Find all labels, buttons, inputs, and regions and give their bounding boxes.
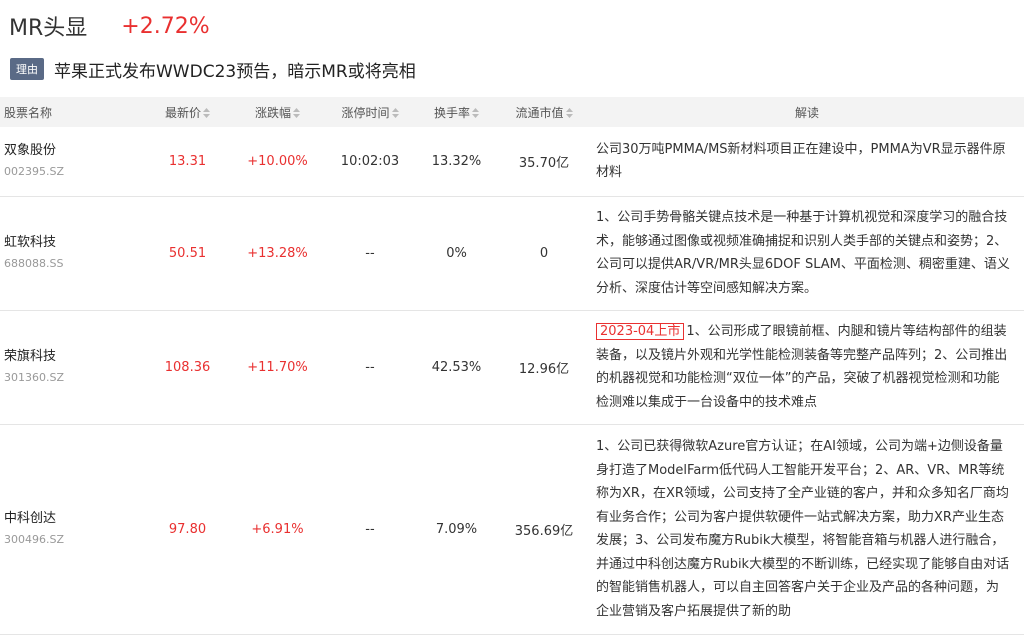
table-row[interactable]: 虹软科技 688088.SS 50.51 +13.28% -- 0% 0 1、公… <box>0 196 1024 311</box>
sector-change: +2.72% <box>121 13 210 39</box>
limit-time: 10:02:03 <box>325 127 415 197</box>
description: 公司30万吨PMMA/MS新材料项目正在建设中，PMMA为VR显示器件原材料 <box>590 127 1024 197</box>
col-header-limit-time-label: 涨停时间 <box>341 105 390 120</box>
latest-price: 50.51 <box>145 196 230 311</box>
stock-code: 300496.SZ <box>4 533 65 546</box>
description: 2023-04上市 1、公司形成了眼镜前框、内腿和镜片等结构部件的组装装备，以及镜… <box>590 310 1024 425</box>
turnover-rate: 42.53% <box>415 310 498 425</box>
sort-icon[interactable] <box>472 108 479 118</box>
page-title: MR头显 <box>9 16 88 41</box>
stock-code: 002395.SZ <box>4 165 65 179</box>
sort-icon[interactable] <box>391 108 399 118</box>
stock-name[interactable]: 中科创达 <box>4 510 145 528</box>
col-header-turnover-label: 换手率 <box>433 105 470 120</box>
change-pct: +10.00% <box>230 127 325 197</box>
description-text: 1、公司手势骨骼关键点技术是一种基于计算机视觉和深度学习的融合技术，能够通过图像… <box>596 210 1010 296</box>
limit-time: -- <box>325 310 415 425</box>
change-pct: +11.70% <box>230 310 325 425</box>
col-header-name: 股票名称 <box>0 97 145 127</box>
col-header-pct[interactable]: 涨跌幅 <box>230 97 325 127</box>
col-header-mcap[interactable]: 流通市值 <box>498 97 590 127</box>
reason-text: 苹果正式发布WWDC23预告，暗示MR或将亮相 <box>54 61 416 82</box>
table-row[interactable]: 双象股份 002395.SZ 13.31 +10.00% 10:02:03 13… <box>0 127 1024 197</box>
stock-name[interactable]: 双象股份 <box>4 142 145 160</box>
col-header-price-label: 最新价 <box>164 105 201 120</box>
stock-cell[interactable]: 虹软科技 688088.SS <box>0 196 145 311</box>
col-header-price[interactable]: 最新价 <box>145 97 230 127</box>
description: 1、公司已获得微软Azure官方认证；在AI领域，公司为端+边侧设备量身打造了M… <box>590 424 1024 635</box>
sort-icon[interactable] <box>203 108 210 118</box>
sort-icon[interactable] <box>293 108 300 118</box>
table-row[interactable]: 荣旗科技 301360.SZ 108.36 +11.70% -- 42.53% … <box>0 310 1024 425</box>
reason-badge: 理由 <box>10 58 44 80</box>
col-header-pct-label: 涨跌幅 <box>254 105 291 120</box>
table-header-row: 股票名称 最新价 涨跌幅 涨停时间 换手率 流通市值 解读 <box>0 97 1024 127</box>
stock-name[interactable]: 荣旗科技 <box>4 348 145 366</box>
turnover-rate: 7.09% <box>415 424 498 635</box>
col-header-desc: 解读 <box>590 97 1024 127</box>
stock-code: 688088.SS <box>4 257 64 270</box>
reason-line: 理由 苹果正式发布WWDC23预告，暗示MR或将亮相 <box>0 52 1024 86</box>
latest-price: 13.31 <box>145 127 230 197</box>
market-cap: 12.96亿 <box>498 310 590 425</box>
latest-price: 97.80 <box>145 424 230 635</box>
stock-code: 301360.SZ <box>4 371 65 384</box>
listing-tag: 2023-04上市 <box>596 323 685 340</box>
turnover-rate: 13.32% <box>415 127 498 197</box>
description: 1、公司手势骨骼关键点技术是一种基于计算机视觉和深度学习的融合技术，能够通过图像… <box>590 196 1024 311</box>
page-header: MR头显 +2.72% <box>0 0 1024 52</box>
stock-cell[interactable]: 双象股份 002395.SZ <box>0 127 145 197</box>
col-header-limit-time[interactable]: 涨停时间 <box>325 97 415 127</box>
market-cap: 0 <box>498 196 590 311</box>
col-header-turnover[interactable]: 换手率 <box>415 97 498 127</box>
change-pct: +6.91% <box>230 424 325 635</box>
table-row[interactable]: 中科创达 300496.SZ 97.80 +6.91% -- 7.09% 356… <box>0 424 1024 635</box>
market-cap: 356.69亿 <box>498 424 590 635</box>
col-header-mcap-label: 流通市值 <box>515 105 564 120</box>
description-text: 公司30万吨PMMA/MS新材料项目正在建设中，PMMA为VR显示器件原材料 <box>596 141 1006 181</box>
sort-icon[interactable] <box>565 108 573 118</box>
description-text: 1、公司已获得微软Azure官方认证；在AI领域，公司为端+边侧设备量身打造了M… <box>596 439 1010 619</box>
stock-cell[interactable]: 荣旗科技 301360.SZ <box>0 310 145 425</box>
limit-time: -- <box>325 424 415 635</box>
market-cap: 35.70亿 <box>498 127 590 197</box>
stock-table: 股票名称 最新价 涨跌幅 涨停时间 换手率 流通市值 解读 双象股份 00239… <box>0 97 1024 635</box>
turnover-rate: 0% <box>415 196 498 311</box>
change-pct: +13.28% <box>230 196 325 311</box>
latest-price: 108.36 <box>145 310 230 425</box>
stock-cell[interactable]: 中科创达 300496.SZ <box>0 424 145 635</box>
stock-name[interactable]: 虹软科技 <box>4 234 145 252</box>
limit-time: -- <box>325 196 415 311</box>
